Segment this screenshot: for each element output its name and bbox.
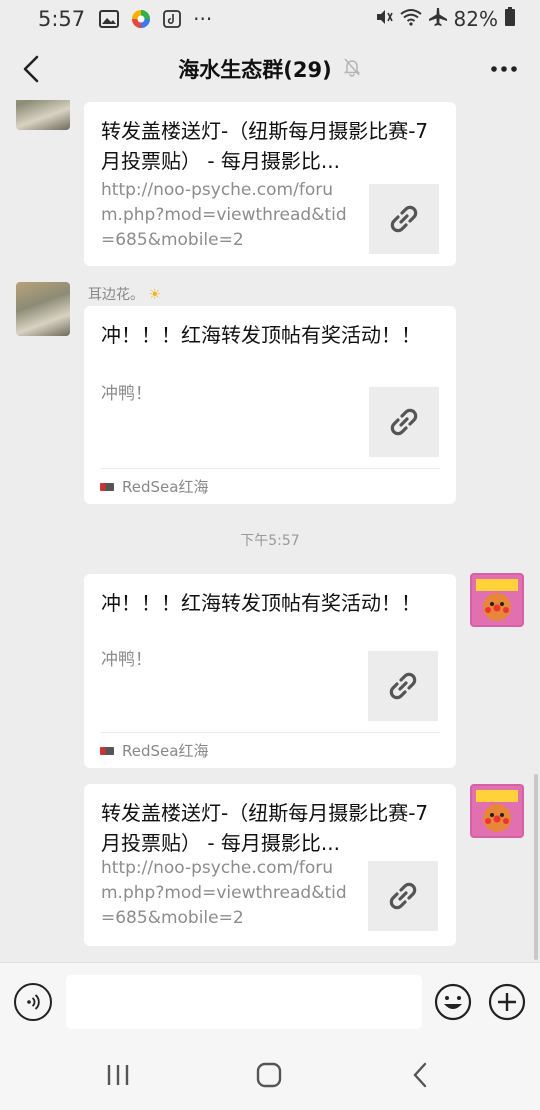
card-desc: 冲鸭！ (101, 384, 152, 404)
plus-icon (488, 983, 526, 1021)
wifi-icon (399, 7, 422, 31)
card-desc: 冲鸭！ (101, 650, 152, 670)
link-card[interactable]: 冲！！！红海转发顶帖有奖活动！！ 冲鸭！ RedSea红海 (84, 306, 456, 504)
message-input[interactable] (66, 975, 422, 1029)
status-bar: 5:57 ··· 82% (0, 0, 540, 38)
more-icon (491, 66, 517, 72)
card-title: 冲！！！红海转发顶帖有奖活动！！ (101, 591, 421, 615)
card-thumbnail (369, 184, 439, 254)
recents-icon (107, 1065, 129, 1085)
sender-name-row: 耳边花。 ☀ (88, 284, 161, 304)
status-time: 5:57 (38, 7, 86, 31)
home-icon (256, 1062, 282, 1088)
home-button[interactable] (249, 1058, 289, 1092)
my-avatar[interactable] (470, 573, 524, 627)
emoji-button[interactable] (434, 983, 472, 1021)
airplane-icon (428, 7, 448, 32)
card-source: RedSea红海 (100, 468, 440, 504)
link-icon (389, 672, 417, 700)
sender-avatar[interactable] (16, 282, 70, 336)
sun-emoji-icon: ☀ (148, 287, 162, 303)
card-url: http://noo-psyche.com/forum.php?mod=view… (101, 180, 347, 250)
card-source-name: RedSea红海 (122, 742, 209, 760)
color-wheel-icon (131, 9, 151, 29)
more-button[interactable] (486, 52, 522, 86)
link-card[interactable]: 转发盖楼送灯-（纽斯每月摄影比赛-7月投票贴） - 每月摄影比... http:… (84, 102, 456, 266)
back-icon (413, 1062, 427, 1088)
redsea-logo-icon (100, 482, 114, 491)
message-list[interactable]: 转发盖楼送灯-（纽斯每月摄影比赛-7月投票贴） - 每月摄影比... http:… (0, 100, 540, 962)
emoji-icon (434, 983, 472, 1021)
message-timestamp: 下午5:57 (240, 533, 300, 549)
mute-icon (374, 7, 394, 32)
chat-title: 海水生态群(29) (178, 58, 332, 82)
scrollbar[interactable] (534, 774, 538, 960)
card-title: 冲！！！红海转发顶帖有奖活动！！ (101, 323, 421, 347)
status-overflow: ··· (193, 7, 213, 31)
card-source-name: RedSea红海 (122, 478, 209, 496)
bell-off-icon (342, 57, 362, 81)
link-card[interactable]: 转发盖楼送灯-（纽斯每月摄影比赛-7月投票贴） - 每月摄影比... http:… (84, 784, 456, 946)
battery-icon (504, 6, 516, 32)
back-button[interactable] (14, 52, 48, 86)
chat-header: 海水生态群(29) (0, 38, 540, 100)
plus-button[interactable] (488, 983, 526, 1021)
chevron-left-icon (23, 55, 39, 83)
anpanman-avatar-icon (476, 790, 518, 832)
voice-button[interactable] (14, 983, 52, 1021)
system-back-button[interactable] (400, 1058, 440, 1092)
link-icon (389, 882, 417, 910)
card-thumbnail (368, 861, 438, 931)
card-thumbnail (368, 651, 438, 721)
voice-icon (27, 994, 40, 1010)
my-avatar[interactable] (470, 784, 524, 838)
link-icon (390, 205, 418, 233)
link-card[interactable]: 冲！！！红海转发顶帖有奖活动！！ 冲鸭！ RedSea红海 (84, 574, 456, 768)
input-bar (0, 962, 540, 1040)
gallery-icon (99, 10, 120, 28)
sender-name: 耳边花。 (88, 287, 144, 303)
recents-button[interactable] (98, 1058, 138, 1092)
sender-avatar[interactable] (16, 100, 70, 130)
card-thumbnail (369, 387, 439, 457)
card-url: http://noo-psyche.com/forum.php?mod=view… (101, 858, 347, 928)
battery-percent: 82% (453, 7, 498, 31)
anpanman-avatar-icon (476, 579, 518, 621)
tiktok-icon (163, 10, 182, 28)
redsea-logo-icon (100, 746, 114, 755)
card-source: RedSea红海 (100, 732, 440, 768)
link-icon (390, 408, 418, 436)
card-title: 转发盖楼送灯-（纽斯每月摄影比赛-7月投票贴） - 每月摄影比... (101, 119, 429, 173)
system-nav-bar (0, 1040, 540, 1110)
card-title: 转发盖楼送灯-（纽斯每月摄影比赛-7月投票贴） - 每月摄影比... (101, 801, 429, 855)
